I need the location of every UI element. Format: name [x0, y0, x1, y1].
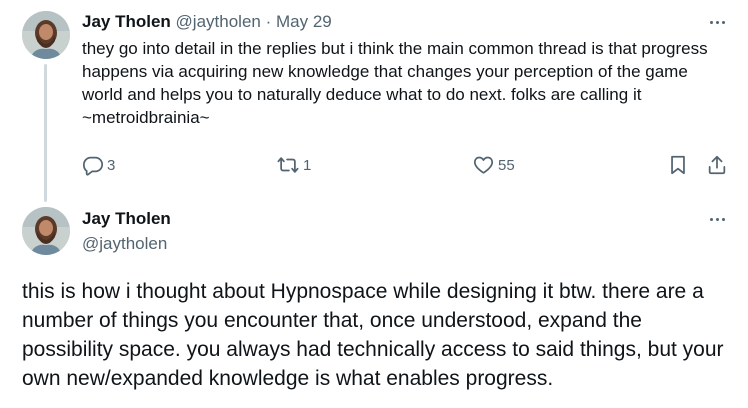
author-name[interactable]: Jay Tholen: [82, 208, 171, 230]
author-handle[interactable]: @jaytholen: [82, 233, 167, 255]
heart-icon: [473, 156, 494, 174]
avatar-image: [22, 207, 70, 255]
reply-count: 3: [107, 156, 116, 174]
header-separator: ·: [265, 12, 272, 31]
like-button[interactable]: 55: [472, 152, 515, 178]
thread-connector-line: [44, 64, 47, 202]
more-options-button[interactable]: [703, 209, 731, 229]
reply-icon: [82, 156, 104, 176]
author-name[interactable]: Jay Tholen: [82, 12, 171, 31]
tweet-text: they go into detail in the replies but i…: [82, 39, 708, 127]
reply-button[interactable]: 3: [82, 152, 115, 178]
avatar[interactable]: [22, 207, 70, 255]
avatar-image: [22, 11, 70, 59]
share-button[interactable]: [706, 152, 728, 178]
retweet-button[interactable]: 1: [276, 152, 311, 178]
avatar[interactable]: [22, 11, 70, 59]
retweet-icon: [277, 157, 299, 173]
share-icon: [708, 155, 726, 175]
more-icon: [708, 20, 726, 24]
tweet-date[interactable]: May 29: [276, 12, 332, 31]
tweet-text: this is how i thought about Hypnospace w…: [22, 280, 724, 390]
tweet-header: Jay Tholen @jaytholen · May 29: [82, 11, 332, 33]
bookmark-icon: [671, 155, 685, 175]
tweet-actions: 3 1 55: [82, 152, 732, 178]
like-count: 55: [498, 156, 515, 174]
more-icon: [708, 217, 726, 221]
more-options-button[interactable]: [703, 12, 731, 32]
author-handle[interactable]: @jaytholen: [176, 12, 261, 31]
bookmark-button[interactable]: [668, 152, 688, 178]
retweet-count: 1: [303, 156, 312, 174]
